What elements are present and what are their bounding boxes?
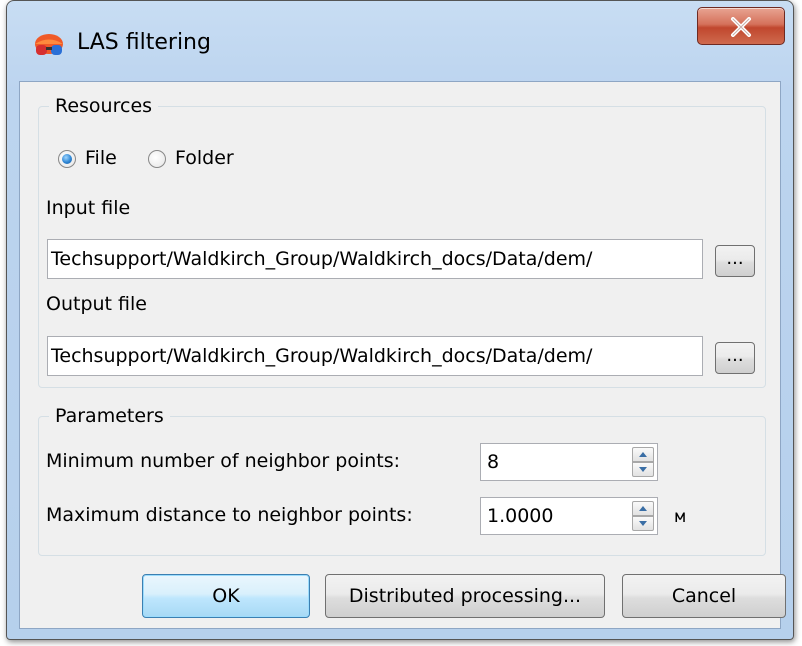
dialog-window: LAS filtering Resources File Folder Inpu… bbox=[6, 0, 794, 640]
output-file-label: Output file bbox=[46, 293, 147, 315]
decrement-arrow-icon[interactable] bbox=[632, 516, 654, 531]
resources-group-title: Resources bbox=[49, 93, 159, 119]
folder-radio[interactable] bbox=[148, 150, 166, 168]
file-radio[interactable] bbox=[58, 150, 76, 168]
min-neighbors-value[interactable]: 8 bbox=[487, 444, 499, 480]
cancel-button[interactable]: Cancel bbox=[622, 574, 786, 618]
parameters-group: Parameters Minimum number of neighbor po… bbox=[38, 403, 766, 556]
min-neighbors-stepper[interactable] bbox=[632, 447, 654, 477]
output-browse-button[interactable]: ... bbox=[715, 342, 755, 374]
folder-radio-label[interactable]: Folder bbox=[175, 147, 234, 169]
min-neighbors-spinbox[interactable]: 8 bbox=[480, 443, 658, 481]
title-bar[interactable]: LAS filtering bbox=[7, 1, 793, 81]
parameters-group-title: Parameters bbox=[49, 403, 170, 429]
close-button[interactable] bbox=[697, 7, 785, 45]
distributed-processing-button[interactable]: Distributed processing... bbox=[325, 574, 605, 618]
3d-glasses-icon bbox=[35, 34, 63, 55]
output-file-field[interactable]: Techsupport/Waldkirch_Group/Waldkirch_do… bbox=[47, 336, 703, 376]
dialog-client-area: Resources File Folder Input file Techsup… bbox=[19, 81, 786, 629]
input-file-label: Input file bbox=[46, 197, 131, 219]
increment-arrow-icon[interactable] bbox=[632, 447, 654, 462]
resources-group: Resources File Folder Input file Techsup… bbox=[38, 93, 766, 388]
decrement-arrow-icon[interactable] bbox=[632, 462, 654, 477]
max-distance-label: Maximum distance to neighbor points: bbox=[46, 504, 413, 526]
max-distance-stepper[interactable] bbox=[632, 501, 654, 531]
input-browse-button[interactable]: ... bbox=[715, 245, 755, 277]
input-file-field[interactable]: Techsupport/Waldkirch_Group/Waldkirch_do… bbox=[47, 239, 703, 279]
ok-button[interactable]: OK bbox=[142, 574, 310, 618]
max-distance-value[interactable]: 1.0000 bbox=[487, 498, 553, 534]
distance-unit-label: м bbox=[675, 507, 686, 527]
max-distance-spinbox[interactable]: 1.0000 bbox=[480, 497, 658, 535]
window-title: LAS filtering bbox=[77, 30, 211, 55]
file-radio-label[interactable]: File bbox=[85, 147, 117, 169]
min-neighbors-label: Minimum number of neighbor points: bbox=[46, 450, 401, 472]
close-icon bbox=[731, 17, 751, 37]
increment-arrow-icon[interactable] bbox=[632, 501, 654, 516]
